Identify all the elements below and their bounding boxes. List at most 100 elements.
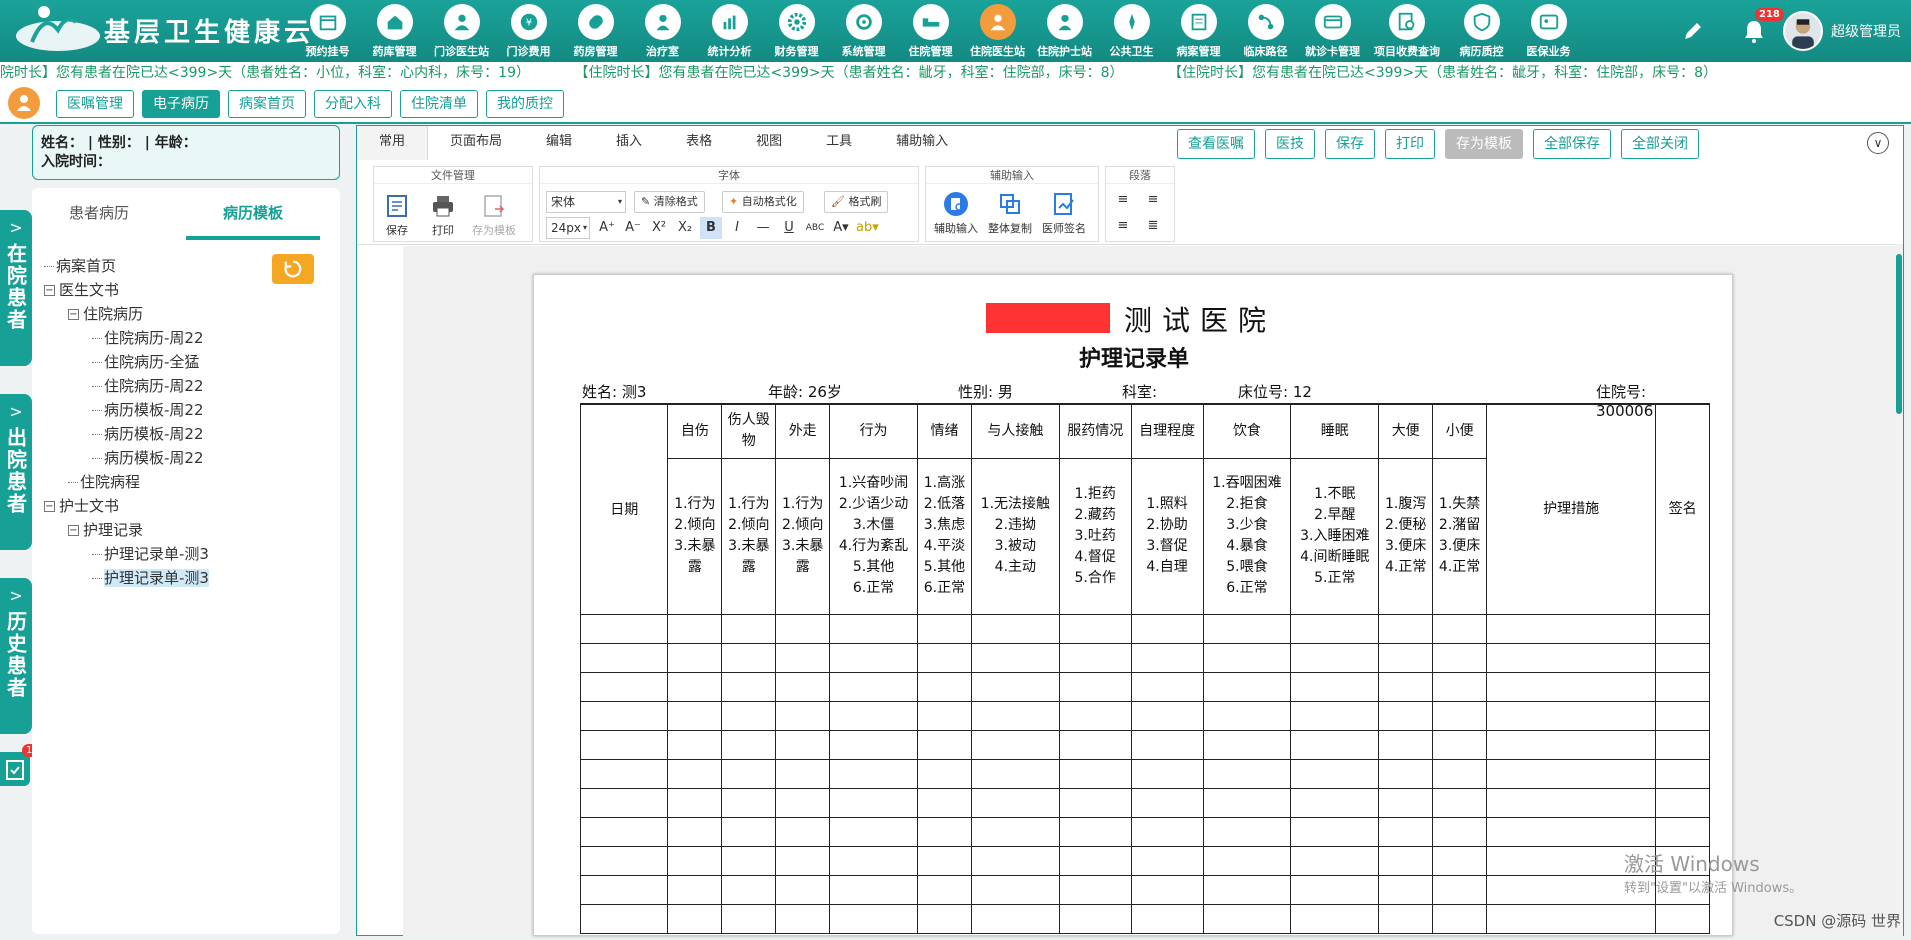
format-brush-button[interactable]: 🖌 格式刷 [824,191,889,213]
table-cell[interactable] [917,700,972,731]
menu-tab-5[interactable]: 视图 [734,126,804,160]
table-cell[interactable] [579,845,669,876]
table-cell[interactable] [721,816,777,847]
font-size-select[interactable]: 24px ▾ [546,217,590,239]
table-cell[interactable] [970,671,1060,702]
menu-tab-4[interactable]: 表格 [664,126,734,160]
table-cell[interactable] [579,903,669,934]
table-cell[interactable] [721,613,777,644]
table-cell[interactable] [970,729,1060,760]
table-cell[interactable] [1290,845,1380,876]
rail-discharged[interactable]: > 出院患者 [0,394,32,550]
table-cell[interactable] [829,787,918,818]
table-cell[interactable] [1655,729,1710,760]
table-cell[interactable] [1202,729,1292,760]
table-cell[interactable] [775,758,831,789]
field-name[interactable]: 姓名: 测3 [582,381,646,402]
table-cell[interactable] [829,816,918,847]
field-age[interactable]: 年龄: 26岁 [768,381,842,402]
notice-item[interactable]: 院时长】您有患者在院已达<399>天（患者姓名：小位，科室：心内科，床号：19） [0,65,530,81]
vertical-scrollbar[interactable] [1895,244,1903,934]
table-cell[interactable] [667,613,723,644]
table-cell[interactable] [1432,671,1488,702]
table-cell[interactable] [775,874,831,905]
nav-item-15[interactable]: 就诊卡管理 [1299,2,1366,60]
clear-format-button[interactable]: ✎ 清除格式 [634,191,705,213]
table-cell[interactable] [1290,816,1380,847]
font-family-select[interactable]: 宋体 ▾ [546,191,626,213]
table-cell[interactable] [970,613,1060,644]
table-cell[interactable] [721,787,777,818]
module-button-1[interactable]: 电子病历 [142,90,220,118]
tree-node[interactable]: − 住院病历 [44,302,209,326]
action-button-4[interactable]: 存为模板 [1445,129,1523,159]
table-cell[interactable] [1486,613,1657,644]
table-cell[interactable] [1655,700,1710,731]
table-cell[interactable] [1378,874,1434,905]
table-cell[interactable] [667,787,723,818]
table-cell[interactable] [1378,816,1434,847]
action-button-3[interactable]: 打印 [1385,129,1435,159]
table-cell[interactable] [1130,642,1204,673]
field-gender[interactable]: 性别: 男 [958,381,1013,402]
table-cell[interactable] [1202,903,1292,934]
table-cell[interactable] [775,903,831,934]
table-cell[interactable] [579,787,669,818]
table-cell[interactable] [1655,903,1710,934]
table-cell[interactable] [917,758,972,789]
table-cell[interactable] [917,816,972,847]
table-cell[interactable] [1486,700,1657,731]
ribbon-print-button[interactable]: 打印 [430,193,456,238]
nav-item-12[interactable]: 公共卫生 [1098,2,1165,60]
align-left-icon[interactable]: ≡ [1112,189,1134,211]
table-cell[interactable] [1655,787,1710,818]
table-cell[interactable] [917,613,972,644]
table-cell[interactable] [667,816,723,847]
table-cell[interactable] [1202,671,1292,702]
tree-node[interactable]: 住院病历-周22 [44,326,209,350]
tree-node[interactable]: 病历模板-周22 [44,422,209,446]
table-cell[interactable] [1378,787,1434,818]
nav-item-13[interactable]: 病案管理 [1165,2,1232,60]
collapse-icon[interactable]: − [44,501,55,512]
italic-icon[interactable]: I [726,217,748,239]
align-center-icon[interactable]: ≡ [1142,189,1164,211]
tree-node[interactable]: 护理记录单-测3 [44,542,209,566]
table-cell[interactable] [1290,903,1380,934]
table-cell[interactable] [1378,671,1434,702]
table-cell[interactable] [1432,874,1488,905]
module-button-0[interactable]: 医嘱管理 [56,90,134,118]
table-cell[interactable] [579,613,669,644]
table-cell[interactable] [1202,816,1292,847]
table-cell[interactable] [1432,903,1488,934]
assist-input-button[interactable]: 辅助输入 [934,191,978,236]
table-cell[interactable] [1432,758,1488,789]
table-cell[interactable] [775,845,831,876]
nav-item-1[interactable]: 药库管理 [361,2,428,60]
table-cell[interactable] [917,787,972,818]
tree-node[interactable]: 住院病历-周22 [44,374,209,398]
module-button-5[interactable]: 我的质控 [486,90,564,118]
table-cell[interactable] [1202,700,1292,731]
collapse-ribbon-button[interactable]: ∨ [1867,132,1889,154]
align-justify-icon[interactable]: ≣ [1142,215,1164,237]
table-cell[interactable] [1058,816,1132,847]
table-cell[interactable] [1655,671,1710,702]
table-cell[interactable] [829,845,918,876]
table-cell[interactable] [1130,758,1204,789]
avatar[interactable] [1783,11,1823,51]
table-cell[interactable] [829,700,918,731]
action-button-2[interactable]: 保存 [1325,129,1375,159]
table-cell[interactable] [721,874,777,905]
table-cell[interactable] [1290,758,1380,789]
tree-tab-1[interactable]: 病历模板 [186,188,320,240]
table-cell[interactable] [775,816,831,847]
table-cell[interactable] [1655,642,1710,673]
nav-item-16[interactable]: 项目收费查询 [1366,2,1448,60]
align-right-icon[interactable]: ≡ [1112,215,1134,237]
table-cell[interactable] [970,758,1060,789]
menu-tab-0[interactable]: 常用 [357,126,429,160]
table-cell[interactable] [1378,613,1434,644]
table-cell[interactable] [721,642,777,673]
table-cell[interactable] [829,758,918,789]
